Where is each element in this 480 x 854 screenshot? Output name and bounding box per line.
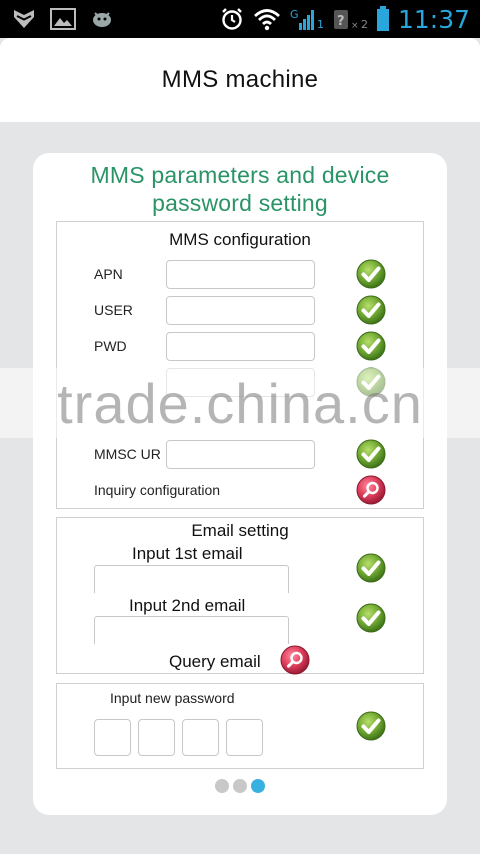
password-digit-3[interactable]: [182, 719, 219, 756]
page-dot[interactable]: [251, 779, 265, 793]
sim1-label: 1: [316, 18, 324, 31]
svg-text:×: ×: [351, 21, 359, 31]
user-input[interactable]: [166, 296, 315, 325]
new-password-confirm-icon[interactable]: [356, 711, 386, 741]
mmsc-url-label: MMSC UR: [94, 446, 161, 462]
signal-no-sim-icon: ? ×: [333, 10, 359, 31]
second-email-input[interactable]: [94, 616, 289, 644]
mmsc-url-confirm-icon[interactable]: [356, 439, 386, 469]
second-email-confirm-icon[interactable]: [356, 603, 386, 633]
mms-field-4-confirm-icon[interactable]: [356, 367, 386, 397]
new-password-panel: Input new password: [56, 683, 424, 769]
password-digit-1[interactable]: [94, 719, 131, 756]
pwd-label: PWD: [94, 338, 127, 354]
user-confirm-icon[interactable]: [356, 295, 386, 325]
password-digit-4[interactable]: [226, 719, 263, 756]
query-email-label: Query email: [169, 652, 261, 671]
new-password-label: Input new password: [110, 690, 235, 706]
mmsc-url-input[interactable]: [166, 440, 315, 469]
card-title-line2: password setting: [152, 190, 328, 216]
mms-field-4-input[interactable]: [166, 368, 315, 397]
clock: 11:37: [397, 4, 470, 34]
battery-icon: [376, 6, 389, 31]
card-title-line1: MMS parameters and device: [90, 162, 390, 188]
status-bar: G 1 ? × 2 11:37: [0, 0, 480, 38]
apn-input[interactable]: [166, 260, 315, 289]
shield-icon: [14, 10, 34, 28]
svg-text:?: ?: [337, 14, 345, 29]
page-dot[interactable]: [233, 779, 247, 793]
app-title-bar: MMS machine: [0, 38, 480, 122]
svg-text:G: G: [290, 8, 299, 21]
apn-label: APN: [94, 266, 123, 282]
password-digit-2[interactable]: [138, 719, 175, 756]
inquiry-search-icon[interactable]: [356, 475, 386, 505]
email-setting-panel: Email setting Input 1st email Input 2nd …: [56, 517, 424, 674]
page-indicator: [33, 779, 447, 793]
card-title: MMS parameters and device password setti…: [33, 161, 447, 217]
page-dot[interactable]: [215, 779, 229, 793]
sim2-label: 2: [360, 18, 368, 31]
settings-card: MMS parameters and device password setti…: [33, 153, 447, 815]
inquiry-configuration-label: Inquiry configuration: [94, 482, 221, 498]
android-icon: [93, 12, 111, 27]
user-label: USER: [94, 302, 133, 318]
pwd-confirm-icon[interactable]: [356, 331, 386, 361]
signal-icon: G: [290, 8, 314, 30]
alarm-icon: [222, 8, 242, 30]
first-email-input[interactable]: [94, 565, 289, 593]
query-email-search-icon[interactable]: [280, 645, 310, 675]
mms-configuration-heading: MMS configuration: [169, 230, 311, 249]
app-title: MMS machine: [161, 66, 319, 93]
email-setting-heading: Email setting: [191, 521, 289, 540]
apn-confirm-icon[interactable]: [356, 259, 386, 289]
second-email-label: Input 2nd email: [129, 596, 246, 615]
pwd-input[interactable]: [166, 332, 315, 361]
image-icon: [50, 8, 76, 30]
first-email-confirm-icon[interactable]: [356, 553, 386, 583]
first-email-label: Input 1st email: [132, 544, 243, 563]
mms-configuration-panel: MMS configuration APN USER PWD MMSC UR I…: [56, 221, 424, 509]
wifi-icon: [254, 9, 280, 31]
